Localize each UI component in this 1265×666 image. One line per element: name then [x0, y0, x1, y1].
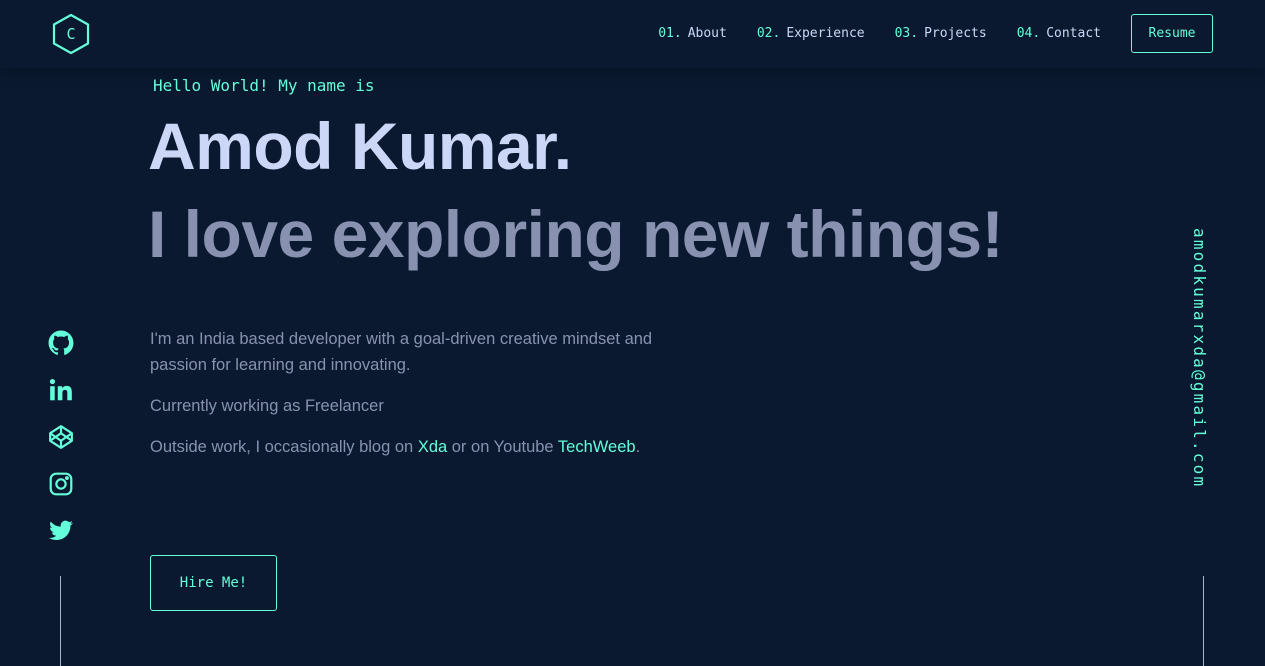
resume-button[interactable]: Resume — [1131, 14, 1213, 53]
bio-text: Outside work, I occasionally blog on — [150, 438, 418, 456]
hero-tagline: I love exploring new things! — [148, 197, 1004, 271]
email-link[interactable]: amodkumarxda@gmail.com — [1190, 228, 1209, 488]
github-link[interactable] — [46, 328, 76, 358]
bio-current-work: Currently working as Freelancer — [150, 397, 384, 415]
twitter-icon — [49, 520, 73, 540]
email-sidebar: amodkumarxda@gmail.com — [1190, 228, 1220, 548]
twitter-link[interactable] — [46, 516, 76, 546]
nav-number: 02. — [756, 26, 781, 41]
logo-letter: C — [66, 25, 76, 43]
bio-intro: I'm an India based developer with a goal… — [150, 330, 653, 374]
nav-link-projects[interactable]: 03. Projects — [895, 26, 987, 41]
hero-greeting: Hello World! My name is — [153, 76, 375, 95]
bio-text: or on Youtube — [447, 438, 558, 456]
nav-number: 04. — [1016, 26, 1041, 41]
techweeb-link[interactable]: TechWeeb — [558, 438, 636, 456]
main-nav: 01. About 02. Experience 03. Projects 04. Co… — [658, 14, 1213, 53]
nav-label: Contact — [1046, 26, 1101, 41]
nav-number: 03. — [894, 26, 919, 41]
nav-link-experience[interactable]: 02. Experience — [757, 26, 865, 41]
bio-outside-work: Outside work, I occasionally blog on Xda… — [150, 434, 670, 460]
nav-link-contact[interactable]: 04. Contact — [1017, 26, 1101, 41]
hire-me-button[interactable]: Hire Me! — [150, 555, 277, 611]
xda-link[interactable]: Xda — [418, 438, 447, 456]
social-divider-line — [60, 576, 61, 666]
hero-name: Amod Kumar. — [148, 109, 572, 183]
codepen-icon — [49, 425, 73, 449]
codepen-link[interactable] — [46, 422, 76, 452]
email-divider-line — [1203, 576, 1204, 666]
nav-label: Projects — [924, 26, 987, 41]
nav-link-about[interactable]: 01. About — [658, 26, 727, 41]
nav-number: 01. — [658, 26, 682, 41]
nav-label: Experience — [786, 26, 865, 41]
linkedin-link[interactable] — [46, 375, 76, 405]
instagram-icon — [49, 472, 73, 496]
github-icon — [48, 330, 74, 355]
instagram-link[interactable] — [46, 469, 76, 499]
social-links — [46, 328, 76, 563]
site-header: C 01. About 02. Experience 03. Projects 04.… — [0, 0, 1265, 68]
bio-text: . — [635, 438, 641, 456]
nav-label: About — [687, 26, 727, 41]
linkedin-icon — [49, 378, 72, 401]
hero-bio: I'm an India based developer with a goal… — [150, 326, 670, 475]
logo[interactable]: C — [50, 12, 92, 56]
